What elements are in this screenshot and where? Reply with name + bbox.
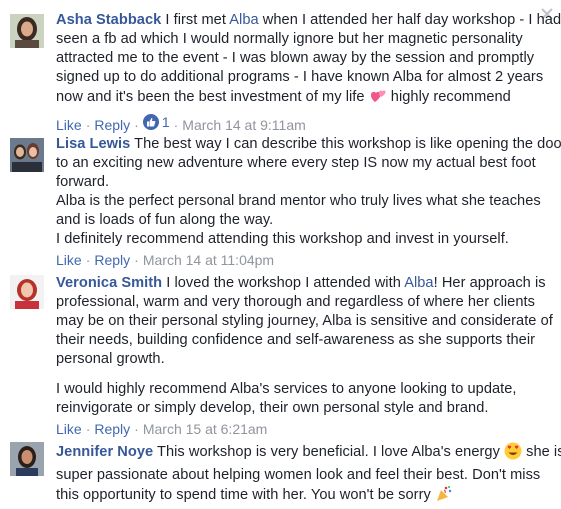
like-link[interactable]: Like	[56, 421, 82, 437]
comment-text-line: attracted me to the event - I was blown …	[56, 50, 535, 66]
thumbs-up-icon	[142, 114, 159, 130]
separator-dot: ·	[173, 117, 179, 133]
comment-text-line: Alba is the perfect personal brand mento…	[56, 193, 541, 209]
comment-actions: Like · Reply · 1 · March 14 at 9:11am	[56, 113, 535, 134]
comment-actions: Like · Reply · March 14 at 11:04pm	[56, 251, 535, 269]
heart-eyes-emoji-icon	[504, 442, 522, 466]
hearts-emoji-icon	[369, 87, 387, 111]
comment-text-line: seen a fb ad which I would normally igno…	[56, 31, 523, 47]
reply-link[interactable]: Reply	[94, 117, 130, 133]
separator-dot: ·	[134, 421, 139, 437]
comment-text-line: I definitely recommend attending this wo…	[56, 231, 509, 247]
separator-dot: ·	[134, 252, 139, 268]
comment-text-line: I would highly recommend Alba's services…	[56, 381, 517, 397]
comment-author[interactable]: Veronica Smith	[56, 275, 162, 291]
avatar[interactable]	[10, 138, 44, 172]
comment-text-line: Jennifer Noye This workshop is very bene…	[56, 442, 561, 466]
comment-text-line: personal growth.	[56, 351, 165, 367]
comment-text-line: Asha Stabback I first met Alba when I at…	[56, 12, 561, 28]
comment-text-line: now and it's been the best investment of…	[56, 87, 535, 111]
comment-actions: Like · Reply · March 15 at 6:21am	[56, 420, 535, 438]
comment-text-line: signed up to do additional programs - I …	[56, 69, 544, 85]
comment-text-line: professional, warm and very thorough and…	[56, 294, 535, 310]
comment-text-line: to an exciting new adventure where every…	[56, 155, 536, 171]
separator-dot: ·	[85, 421, 91, 437]
mention-link[interactable]: Alba	[229, 12, 258, 28]
reply-link[interactable]: Reply	[94, 421, 130, 437]
like-link[interactable]: Like	[56, 252, 82, 268]
comment-text-line: Lisa Lewis The best way I can describe t…	[56, 136, 561, 152]
comment-text-line: forward.	[56, 174, 110, 190]
reply-link[interactable]: Reply	[94, 252, 130, 268]
party-popper-emoji-icon	[435, 485, 453, 509]
comment-text-line: super passionate about helping women loo…	[56, 467, 541, 483]
avatar[interactable]	[10, 442, 44, 476]
comment-text-line: Veronica Smith I loved the workshop I at…	[56, 275, 546, 291]
comment-author[interactable]: Jennifer Noye	[56, 444, 153, 460]
comment-text-line: and is loads of fun along the way.	[56, 212, 274, 228]
comment-author[interactable]: Lisa Lewis	[56, 136, 130, 152]
comment-text-line: may be on their personal styling journey…	[56, 313, 553, 329]
comment-timestamp[interactable]: March 14 at 9:11am	[182, 117, 305, 133]
like-link[interactable]: Like	[56, 117, 82, 133]
mention-link[interactable]: Alba	[404, 275, 433, 291]
comment-text-line: their needs, building confidence and sel…	[56, 332, 536, 348]
reaction-count[interactable]: 1	[142, 113, 170, 131]
avatar[interactable]	[10, 14, 44, 48]
comment-author[interactable]: Asha Stabback	[56, 12, 161, 28]
comment-text-line: reinvigorate or simply develop, their ow…	[56, 400, 489, 416]
separator-dot: ·	[134, 117, 139, 133]
comment-text-line: this opportunity to spend time with her.…	[56, 485, 535, 509]
comment-timestamp[interactable]: March 15 at 6:21am	[143, 421, 268, 437]
separator-dot: ·	[85, 117, 91, 133]
comment-timestamp[interactable]: March 14 at 11:04pm	[143, 252, 274, 268]
avatar[interactable]	[10, 275, 44, 309]
separator-dot: ·	[85, 252, 91, 268]
